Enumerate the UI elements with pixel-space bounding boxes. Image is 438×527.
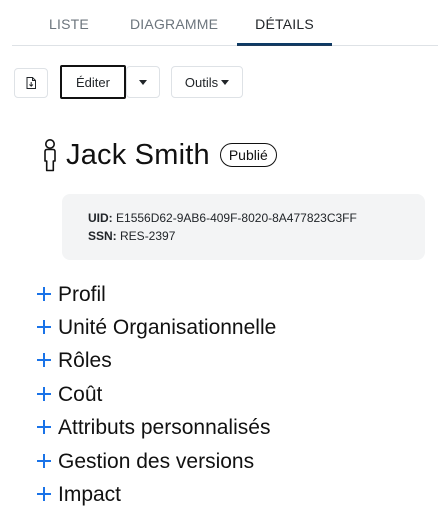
tools-button-label: Outils bbox=[184, 74, 219, 90]
tab-details[interactable]: DÉTAILS bbox=[237, 0, 332, 46]
plus-icon bbox=[36, 419, 52, 435]
section-attributs-personnalises[interactable]: Attributs personnalisés bbox=[36, 412, 276, 445]
plus-icon bbox=[36, 286, 52, 302]
section-profil[interactable]: Profil bbox=[36, 278, 276, 311]
chevron-down-icon bbox=[139, 79, 147, 85]
edit-button[interactable]: Éditer bbox=[60, 65, 126, 99]
chevron-down-icon bbox=[221, 79, 230, 85]
section-list: Profil Unité Organisationnelle Rôles Coû… bbox=[36, 278, 276, 512]
section-label: Coût bbox=[58, 382, 103, 406]
section-label: Profil bbox=[58, 282, 106, 306]
export-button[interactable] bbox=[14, 68, 48, 98]
ssn-value: RES-2397 bbox=[120, 229, 176, 243]
file-export-icon bbox=[26, 77, 36, 89]
section-label: Attributs personnalisés bbox=[58, 416, 271, 440]
person-icon bbox=[44, 139, 56, 172]
section-unite-organisationnelle[interactable]: Unité Organisationnelle bbox=[36, 311, 276, 344]
tab-liste[interactable]: LISTE bbox=[49, 0, 89, 46]
identifier-box: UID: E1556D62-9AB6-409F-8020-8A477823C3F… bbox=[62, 194, 425, 260]
section-gestion-des-versions[interactable]: Gestion des versions bbox=[36, 445, 276, 478]
uid-line: UID: E1556D62-9AB6-409F-8020-8A477823C3F… bbox=[88, 209, 425, 227]
edit-button-label: Éditer bbox=[76, 74, 110, 90]
plus-icon bbox=[36, 386, 52, 402]
ssn-label: SSN: bbox=[88, 229, 117, 243]
section-label: Impact bbox=[58, 483, 122, 507]
section-roles[interactable]: Rôles bbox=[36, 345, 276, 378]
section-label: Unité Organisationnelle bbox=[58, 316, 277, 340]
status-badge: Publié bbox=[219, 143, 277, 167]
ssn-line: SSN: RES-2397 bbox=[88, 227, 425, 245]
tab-bar: LISTE DIAGRAMME DÉTAILS bbox=[12, 0, 438, 46]
plus-icon bbox=[36, 319, 52, 335]
uid-value: E1556D62-9AB6-409F-8020-8A477823C3FF bbox=[116, 211, 357, 225]
section-label: Rôles bbox=[58, 349, 112, 373]
plus-icon bbox=[36, 352, 52, 368]
uid-label: UID: bbox=[88, 211, 113, 225]
plus-icon bbox=[36, 453, 52, 469]
section-cout[interactable]: Coût bbox=[36, 378, 276, 411]
page-title-row: Jack Smith Publié bbox=[40, 136, 277, 174]
tools-dropdown-button[interactable]: Outils bbox=[171, 66, 243, 98]
plus-icon bbox=[36, 486, 52, 502]
page-title: Jack Smith bbox=[66, 138, 210, 171]
edit-dropdown-toggle[interactable] bbox=[126, 66, 160, 98]
section-label: Gestion des versions bbox=[58, 449, 255, 473]
section-impact[interactable]: Impact bbox=[36, 478, 276, 511]
tab-diagramme[interactable]: DIAGRAMME bbox=[130, 0, 218, 46]
